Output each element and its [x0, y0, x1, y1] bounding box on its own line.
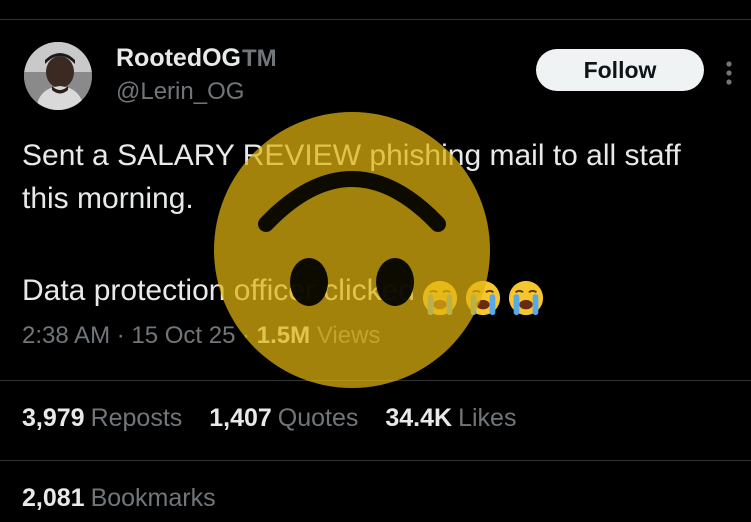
avatar[interactable] — [24, 42, 92, 110]
likes-stat[interactable]: 34.4K Likes — [385, 404, 516, 433]
follow-button[interactable]: Follow — [536, 49, 704, 91]
meta-separator: · — [110, 322, 132, 349]
meta-separator: · — [235, 322, 257, 349]
top-divider — [0, 19, 751, 20]
divider — [0, 460, 751, 461]
tweet-time[interactable]: 2:38 AM — [22, 322, 110, 349]
trademark-symbol: TM — [242, 45, 277, 72]
bookmarks-count: 2,081 — [22, 484, 85, 512]
loudly-crying-face-icon — [465, 280, 501, 316]
likes-label: Likes — [458, 404, 517, 432]
divider — [0, 380, 751, 381]
likes-count: 34.4K — [385, 404, 453, 432]
display-name[interactable]: RootedOGTM — [116, 44, 277, 73]
emoji-row — [421, 275, 550, 318]
display-name-text: RootedOG — [116, 44, 241, 72]
avatar-photo-icon — [24, 42, 92, 110]
reposts-count: 3,979 — [22, 404, 85, 432]
quotes-count: 1,407 — [209, 404, 272, 432]
reposts-stat[interactable]: 3,979 Reposts — [22, 404, 182, 433]
tweet-meta: 2:38 AM · 15 Oct 25 · 1.5M Views — [22, 322, 380, 350]
bookmarks-label: Bookmarks — [90, 484, 216, 512]
quotes-label: Quotes — [277, 404, 359, 432]
bookmarks-stat[interactable]: 2,081 Bookmarks — [22, 484, 216, 513]
tweet-line-1: Sent a SALARY REVIEW phishing mail to al… — [22, 139, 681, 215]
engagement-stats: 3,979 Reposts 1,407 Quotes 34.4K Likes — [22, 404, 536, 433]
views-count: 1.5M — [256, 322, 311, 349]
tweet-line-2-text: Data protection officer clicked — [22, 274, 415, 307]
views-label: Views — [316, 322, 381, 349]
tweet-line-2: Data protection officer clicked — [22, 269, 722, 318]
quotes-stat[interactable]: 1,407 Quotes — [209, 404, 358, 433]
tweet-text: Sent a SALARY REVIEW phishing mail to al… — [22, 134, 722, 318]
user-handle[interactable]: @Lerin_OG — [116, 78, 244, 106]
tweet-date[interactable]: 15 Oct 25 — [131, 322, 235, 349]
reposts-label: Reposts — [90, 404, 183, 432]
loudly-crying-face-icon — [508, 280, 544, 316]
loudly-crying-face-icon — [422, 280, 458, 316]
more-options-icon[interactable] — [723, 58, 735, 88]
